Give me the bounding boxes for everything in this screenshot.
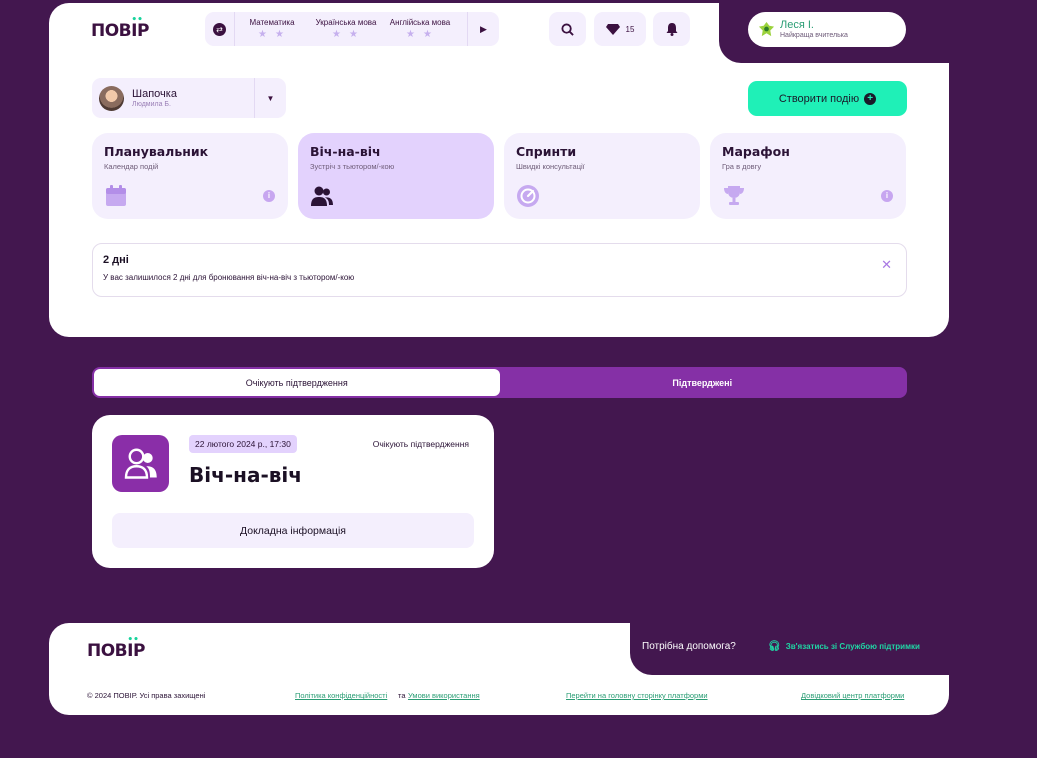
next-subject-button[interactable]: ▶: [467, 12, 499, 46]
tab-confirmed[interactable]: Підтверджені: [500, 369, 906, 396]
help-text: Потрібна допомога?: [642, 641, 736, 652]
notifications-button[interactable]: [653, 12, 690, 46]
info-icon[interactable]: i: [263, 190, 275, 202]
create-event-label: Створити подію: [778, 92, 860, 105]
star-icon: ★★: [406, 29, 440, 40]
close-icon[interactable]: ✕: [881, 257, 892, 273]
mode-subtitle: Швидкі консультації: [516, 162, 585, 171]
mode-card-planner[interactable]: Планувальник Календар подій i: [92, 133, 288, 219]
alert-text: У вас залишилося 2 дні для бронювання ві…: [103, 273, 355, 282]
user-role: Найкраща вчителька: [780, 31, 848, 39]
event-date: 22 лютого 2024 р., 17:30: [189, 435, 297, 453]
user-name: Леся І.: [780, 18, 814, 31]
footer-logo[interactable]: ПОВІР ••: [87, 635, 145, 661]
subject-name: Англійська мова: [389, 18, 451, 27]
mode-title: Віч-на-віч: [310, 144, 381, 159]
teacher-avatar: [99, 85, 124, 111]
users-icon: [124, 448, 157, 479]
mode-subtitle: Календар подій: [104, 162, 159, 171]
mode-subtitle: Гра в довгу: [722, 162, 762, 171]
logo[interactable]: ПОВІР ••: [91, 15, 149, 41]
gems-count: 15: [625, 24, 635, 34]
status-tabs: Очікують підтвердження Підтверджені: [92, 367, 907, 398]
users-icon: [311, 186, 333, 206]
alert-title: 2 дні: [103, 254, 129, 266]
teacher-selector[interactable]: Шапочка Людмила Б. ▼: [92, 78, 286, 118]
swap-icon: ⇄: [213, 22, 226, 36]
mode-card-one-on-one[interactable]: Віч-на-віч Зустріч з тьютором/-кою: [298, 133, 494, 219]
home-link[interactable]: Перейти на головну сторінку платформи: [566, 691, 708, 700]
booking-alert: 2 дні У вас залишилося 2 дні для бронюва…: [92, 243, 907, 297]
teacher-subtitle: Людмила Б.: [132, 101, 171, 108]
avatar: [758, 21, 775, 37]
calendar-icon: [106, 185, 126, 206]
star-icon: ★★: [332, 29, 366, 40]
chevron-down-icon: ▼: [266, 93, 275, 103]
info-icon[interactable]: i: [881, 190, 893, 202]
terms-link[interactable]: Умови використання: [408, 691, 480, 700]
caret-right-icon: ▶: [480, 23, 487, 34]
logo-dots-icon: ••: [127, 635, 139, 645]
subject-item[interactable]: Англійська мова ★★: [383, 18, 457, 40]
gauge-icon: [517, 185, 539, 207]
subject-name: Українська мова: [315, 18, 377, 27]
mode-card-sprints[interactable]: Спринти Швидкі консультації: [504, 133, 700, 219]
headset-icon: 🎧︎: [768, 641, 781, 652]
gems-button[interactable]: 15: [594, 12, 646, 46]
search-button[interactable]: [549, 12, 586, 46]
search-icon: [561, 22, 574, 36]
subject-item[interactable]: Математика ★★: [235, 18, 309, 40]
bell-icon: [666, 22, 677, 36]
trophy-icon: [724, 186, 744, 205]
logo-dots-icon: ••: [131, 15, 143, 25]
create-event-button[interactable]: Створити подію +: [748, 81, 907, 116]
star-icon: ★★: [258, 29, 292, 40]
details-button[interactable]: Докладна інформація: [112, 513, 474, 548]
support-link[interactable]: 🎧︎ Зв'язатись зі Службою підтримки: [768, 641, 920, 652]
diamond-icon: [605, 23, 620, 35]
teacher-name: Шапочка: [132, 88, 177, 100]
user-profile[interactable]: Леся І. Найкраща вчителька: [748, 12, 906, 47]
event-card: 22 лютого 2024 р., 17:30 Очікують підтве…: [92, 415, 494, 568]
event-title: Віч-на-віч: [189, 463, 302, 487]
teacher-dropdown-button[interactable]: ▼: [254, 78, 286, 118]
support-label: Зв'язатись зі Службою підтримки: [785, 642, 920, 651]
mode-title: Марафон: [722, 144, 790, 159]
subject-name: Математика: [249, 18, 295, 27]
event-type-icon: [112, 435, 169, 492]
mode-title: Планувальник: [104, 144, 209, 159]
subject-item[interactable]: Українська мова ★★: [309, 18, 383, 40]
mode-title: Спринти: [516, 144, 577, 159]
mode-card-marathon[interactable]: Марафон Гра в довгу i: [710, 133, 906, 219]
privacy-link[interactable]: Політика конфіденційності: [295, 691, 387, 700]
copyright: © 2024 ПОВІР. Усі права захищені: [87, 691, 206, 700]
plus-icon: +: [864, 92, 877, 105]
and-text: та: [398, 691, 406, 700]
swap-subjects-button[interactable]: ⇄: [205, 12, 235, 46]
tab-pending[interactable]: Очікують підтвердження: [94, 369, 500, 396]
help-center-link[interactable]: Довідковий центр платформи: [801, 691, 904, 700]
event-status: Очікують підтвердження: [372, 439, 469, 449]
mode-subtitle: Зустріч з тьютором/-кою: [310, 162, 395, 171]
subject-switcher: ⇄ Математика ★★ Українська мова ★★ Англі…: [205, 12, 499, 46]
